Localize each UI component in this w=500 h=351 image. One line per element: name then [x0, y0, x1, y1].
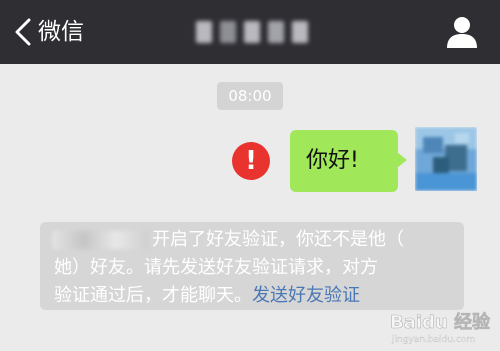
exclamation-icon[interactable]: !	[232, 142, 270, 180]
message-bubble[interactable]: 你好!	[290, 130, 407, 192]
system-notice: 开启了好友验证，你还不是他（ 她）好友。请先发送好友验证请求，对方 验证通过后，…	[40, 222, 464, 310]
person-icon	[447, 17, 477, 48]
notice-line-1-text: 开启了好友验证，你还不是他（	[152, 229, 404, 250]
chevron-left-icon	[15, 18, 31, 46]
baidu-watermark: Baidu 经验 jingyan.baidu.com	[388, 306, 496, 346]
back-label: 微信	[38, 19, 84, 45]
notice-line-2: 她）好友。请先发送好友验证请求，对方	[54, 257, 378, 278]
message-timestamp: 08:00	[217, 82, 283, 110]
contact-name-blurred	[52, 231, 148, 249]
notice-line-1: 开启了好友验证，你还不是他（	[40, 226, 464, 254]
send-verification-link[interactable]: 发送好友验证	[252, 285, 360, 306]
profile-button[interactable]	[444, 14, 480, 50]
notice-line-3: 验证通过后，才能聊天。发送好友验证	[54, 282, 360, 310]
chat-title-blurred	[196, 16, 308, 48]
notice-line-3-text: 验证通过后，才能聊天。	[54, 285, 252, 306]
message-text: 你好!	[306, 148, 359, 173]
watermark-text: Baidu 经验	[390, 311, 491, 333]
title-bar: 微信	[0, 0, 500, 64]
watermark-subtext: jingyan.baidu.com	[391, 335, 475, 345]
avatar[interactable]	[415, 127, 477, 191]
back-button[interactable]: 微信	[14, 12, 84, 52]
